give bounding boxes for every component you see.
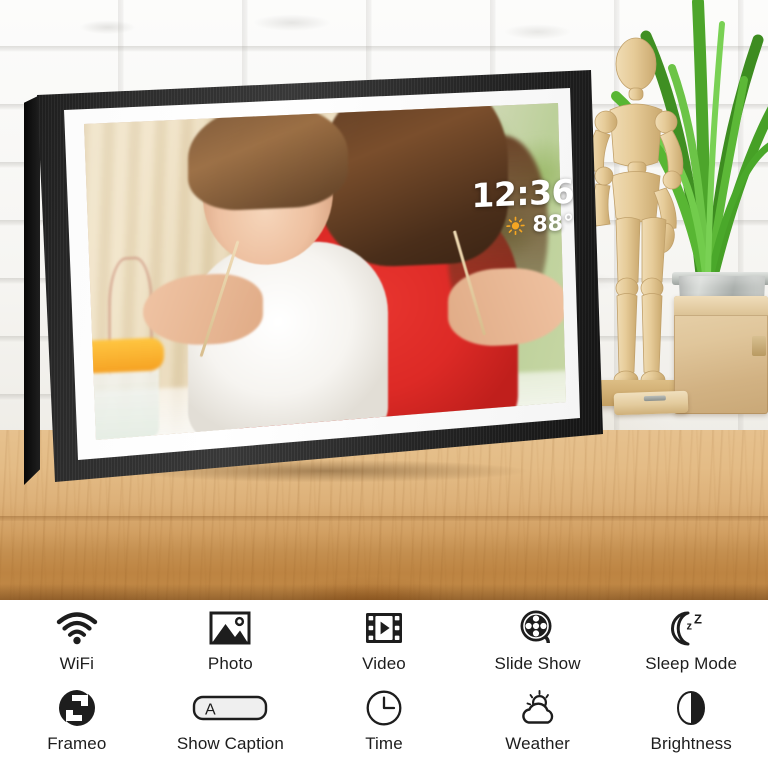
digital-photo-frame: 12:36 88°: [18, 62, 618, 488]
legend-label: Brightness: [650, 734, 732, 753]
legend-label: Video: [362, 654, 406, 673]
clothespin: [613, 390, 689, 416]
svg-text:z: z: [687, 621, 693, 633]
sun-cloud-icon: [515, 686, 561, 730]
table-front-shadow: [0, 584, 768, 600]
legend-label: Slide Show: [494, 654, 581, 673]
osd-weather: 88°: [454, 211, 574, 241]
wifi-icon: [56, 606, 98, 650]
osd-clock: 12:36: [471, 171, 574, 216]
frameo-logo-icon: [57, 686, 97, 730]
legend-item-video[interactable]: Video: [307, 606, 461, 686]
video-icon: [364, 606, 404, 650]
legend-item-wifi[interactable]: WiFi: [0, 606, 154, 686]
legend-item-brightness[interactable]: Brightness: [614, 686, 768, 766]
legend-label: WiFi: [59, 654, 94, 673]
feature-icon-legend: WiFi Photo Video Slide Show z Z Sleep Mo…: [0, 600, 768, 768]
caption-a-icon: A: [192, 686, 268, 730]
legend-row-1: WiFi Photo Video Slide Show z Z Sleep Mo…: [0, 606, 768, 686]
svg-text:A: A: [205, 702, 216, 719]
legend-item-show-caption[interactable]: A Show Caption: [154, 686, 308, 766]
legend-label: Frameo: [47, 734, 107, 753]
legend-label: Weather: [505, 734, 570, 753]
wooden-crate-latch: [752, 336, 766, 356]
displayed-photo: [84, 103, 566, 440]
svg-text:Z: Z: [694, 612, 702, 627]
legend-item-slide-show[interactable]: Slide Show: [461, 606, 615, 686]
legend-item-weather[interactable]: Weather: [461, 686, 615, 766]
clock-icon: [365, 686, 403, 730]
moon-zzz-icon: z Z: [669, 606, 713, 650]
wooden-crate-lid: [674, 296, 768, 316]
legend-item-photo[interactable]: Photo: [154, 606, 308, 686]
legend-item-time[interactable]: Time: [307, 686, 461, 766]
sun-icon: [506, 216, 526, 236]
legend-item-frameo[interactable]: Frameo: [0, 686, 154, 766]
legend-item-sleep-mode[interactable]: z Z Sleep Mode: [614, 606, 768, 686]
photo-icon: [208, 606, 252, 650]
legend-label: Show Caption: [176, 734, 284, 753]
frame-side-edge: [24, 95, 40, 485]
legend-label: Photo: [207, 654, 253, 673]
legend-label: Sleep Mode: [645, 654, 738, 673]
product-infographic-page: { "device_display": { "clock": "12:36", …: [0, 0, 768, 768]
onscreen-display-overlay: 12:36 88°: [454, 171, 574, 241]
legend-label: Time: [365, 734, 403, 753]
film-reel-icon: [518, 606, 558, 650]
legend-row-2: Frameo A Show Caption Time Weather Brigh…: [0, 686, 768, 766]
product-scene: 12:36 88°: [0, 0, 768, 600]
osd-temperature: 88°: [532, 210, 574, 238]
brightness-half-circle-icon: [673, 686, 709, 730]
